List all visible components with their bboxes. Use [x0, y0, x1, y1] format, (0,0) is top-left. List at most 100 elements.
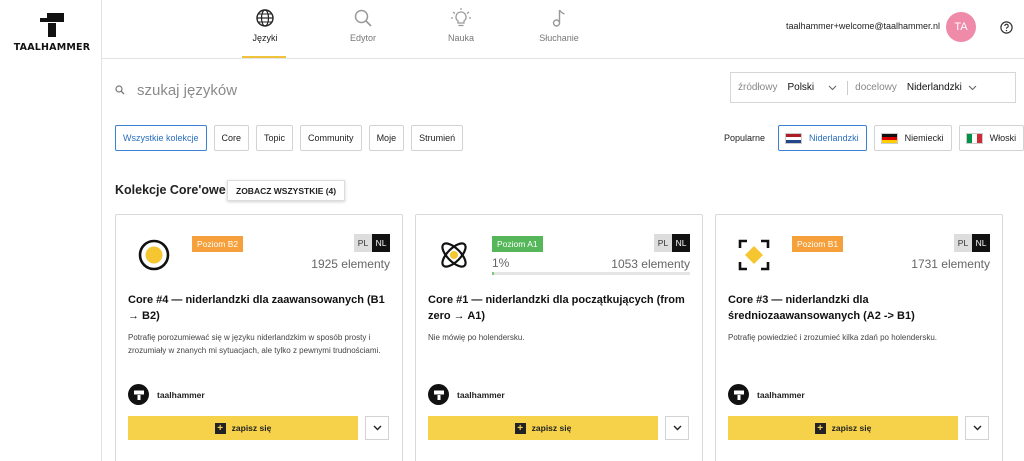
source-language-code: PL — [954, 234, 972, 252]
italy-flag-icon — [965, 132, 983, 144]
language-name: Włoski — [989, 133, 1017, 143]
nav-label: Edytor — [349, 33, 376, 43]
netherlands-flag-icon — [785, 132, 803, 144]
author[interactable]: taalhammer — [128, 384, 205, 405]
chevron-down-icon — [968, 85, 977, 90]
help-icon[interactable] — [1000, 21, 1013, 34]
language-name: Niemiecki — [904, 133, 944, 143]
language-pair-badge: PL NL — [954, 234, 990, 252]
see-all-button[interactable]: ZOBACZ WSZYSTKIE (4) — [227, 180, 346, 201]
chevron-down-icon — [973, 425, 981, 431]
filter-core[interactable]: Core — [213, 125, 250, 151]
globe-icon — [256, 9, 274, 27]
author[interactable]: taalhammer — [728, 384, 805, 405]
filter-all-collections[interactable]: Wszystkie kolekcje — [115, 125, 207, 151]
plus-icon: + — [514, 422, 526, 434]
nav-listening[interactable]: Słuchanie — [524, 8, 594, 58]
card-options-dropdown[interactable] — [365, 416, 389, 440]
source-language-select[interactable]: źródłowy Polski — [731, 73, 837, 102]
search-icon — [354, 9, 372, 27]
search-icon — [115, 85, 125, 95]
avatar[interactable]: TA — [946, 12, 976, 42]
level-badge: Poziom B1 — [792, 236, 844, 252]
author-name: taalhammer — [457, 389, 505, 400]
target-language-value: Niderlandzki — [906, 82, 962, 93]
filter-stream[interactable]: Strumień — [411, 125, 464, 151]
source-language-label: źródłowy — [738, 82, 778, 93]
nav-editor[interactable]: Edytor — [328, 8, 398, 58]
plus-icon: + — [814, 422, 826, 434]
card-description: Potrafię powiedzieć i zrozumieć kilka zd… — [728, 333, 937, 342]
element-count: 1053 elementy — [611, 257, 690, 271]
language-pair-badge: PL NL — [654, 234, 690, 252]
hammer-logo-icon — [133, 390, 144, 400]
search-input[interactable] — [137, 81, 617, 99]
brand-logo[interactable]: TAALHAMMER — [12, 12, 92, 58]
popular-language-dutch[interactable]: Niderlandzki — [778, 125, 867, 151]
subscribe-label: zapisz się — [831, 423, 872, 433]
subscribe-label: zapisz się — [231, 423, 272, 433]
card-title[interactable]: Core #4 — niderlandzki dla zaawansowanyc… — [128, 292, 392, 324]
collection-filters: Wszystkie kolekcje Core Topic Community … — [115, 125, 464, 151]
sidebar: TAALHAMMER — [0, 0, 102, 461]
card-title[interactable]: Core #3 — niderlandzki dla średniozaawan… — [728, 292, 992, 324]
nav-label: Nauka — [447, 33, 474, 43]
target-language-select[interactable]: docelowy Niderlandzki — [848, 73, 977, 102]
plus-icon: + — [214, 422, 226, 434]
section-title: Kolekcje Core'owe — [115, 183, 226, 197]
active-nav-indicator — [242, 56, 286, 58]
chevron-down-icon — [373, 425, 381, 431]
source-language-value: Polski — [787, 82, 815, 93]
card-description: Potrafię porozumiewać się w języku nider… — [128, 333, 381, 355]
popular-language-german[interactable]: Niemiecki — [873, 125, 952, 151]
collection-card[interactable]: Poziom B2 PL NL 1925 elementy Core #4 — … — [115, 214, 403, 461]
author-name: taalhammer — [157, 389, 205, 400]
top-bar: Języki Edytor Nauka Słuchanie taalhammer… — [102, 0, 1024, 59]
subscribe-button[interactable]: + zapisz się — [128, 416, 358, 440]
language-name: Niderlandzki — [809, 133, 859, 143]
progress-fill — [492, 272, 494, 275]
lightbulb-icon — [451, 8, 471, 27]
source-language-code: PL — [654, 234, 672, 252]
chevron-down-icon — [673, 425, 681, 431]
card-description: Nie mówię po holendersku. — [428, 333, 525, 342]
nav-languages[interactable]: Języki — [230, 8, 300, 58]
card-title[interactable]: Core #1 — niderlandzki dla początkującyc… — [428, 292, 692, 324]
author[interactable]: taalhammer — [428, 384, 505, 405]
author-name: taalhammer — [757, 389, 805, 400]
author-avatar — [728, 384, 749, 405]
popular-language-italian[interactable]: Włoski — [958, 125, 1024, 151]
collection-card[interactable]: Poziom A1 PL NL 1% 1053 elementy Core #1… — [415, 214, 703, 461]
popular-languages: Popularne Niderlandzki Niemiecki Włoski — [724, 125, 1024, 151]
card-options-dropdown[interactable] — [965, 416, 989, 440]
target-language-label: docelowy — [855, 82, 897, 93]
target-language-code: NL — [972, 234, 990, 252]
hammer-logo-icon — [40, 13, 64, 37]
filter-community[interactable]: Community — [300, 125, 362, 151]
search-bar — [115, 75, 715, 105]
progress-percent: 1% — [492, 256, 510, 270]
subscribe-label: zapisz się — [531, 423, 572, 433]
target-language-code: NL — [372, 234, 390, 252]
subscribe-button[interactable]: + zapisz się — [428, 416, 658, 440]
card-options-dropdown[interactable] — [665, 416, 689, 440]
germany-flag-icon — [880, 132, 898, 144]
subscribe-button[interactable]: + zapisz się — [728, 416, 958, 440]
chevron-down-icon — [828, 85, 837, 90]
filter-topic[interactable]: Topic — [256, 125, 294, 151]
level-badge: Poziom A1 — [492, 236, 543, 252]
nav-learning[interactable]: Nauka — [426, 8, 496, 58]
hammer-logo-icon — [433, 390, 444, 400]
atom-icon — [441, 242, 467, 268]
level-badge: Poziom B2 — [192, 236, 244, 252]
popular-label: Popularne — [724, 133, 766, 143]
user-email: taalhammer+welcome@taalhammer.nl — [786, 21, 940, 31]
filter-mine[interactable]: Moje — [368, 125, 405, 151]
nav-label: Słuchanie — [539, 33, 579, 43]
brand-name: TAALHAMMER — [13, 42, 91, 53]
language-pair-badge: PL NL — [354, 234, 390, 252]
focus-target-icon — [738, 239, 770, 271]
hammer-logo-icon — [733, 390, 744, 400]
sun-circle-icon — [138, 239, 170, 271]
collection-card[interactable]: Poziom B1 PL NL 1731 elementy Core #3 — … — [715, 214, 1003, 461]
